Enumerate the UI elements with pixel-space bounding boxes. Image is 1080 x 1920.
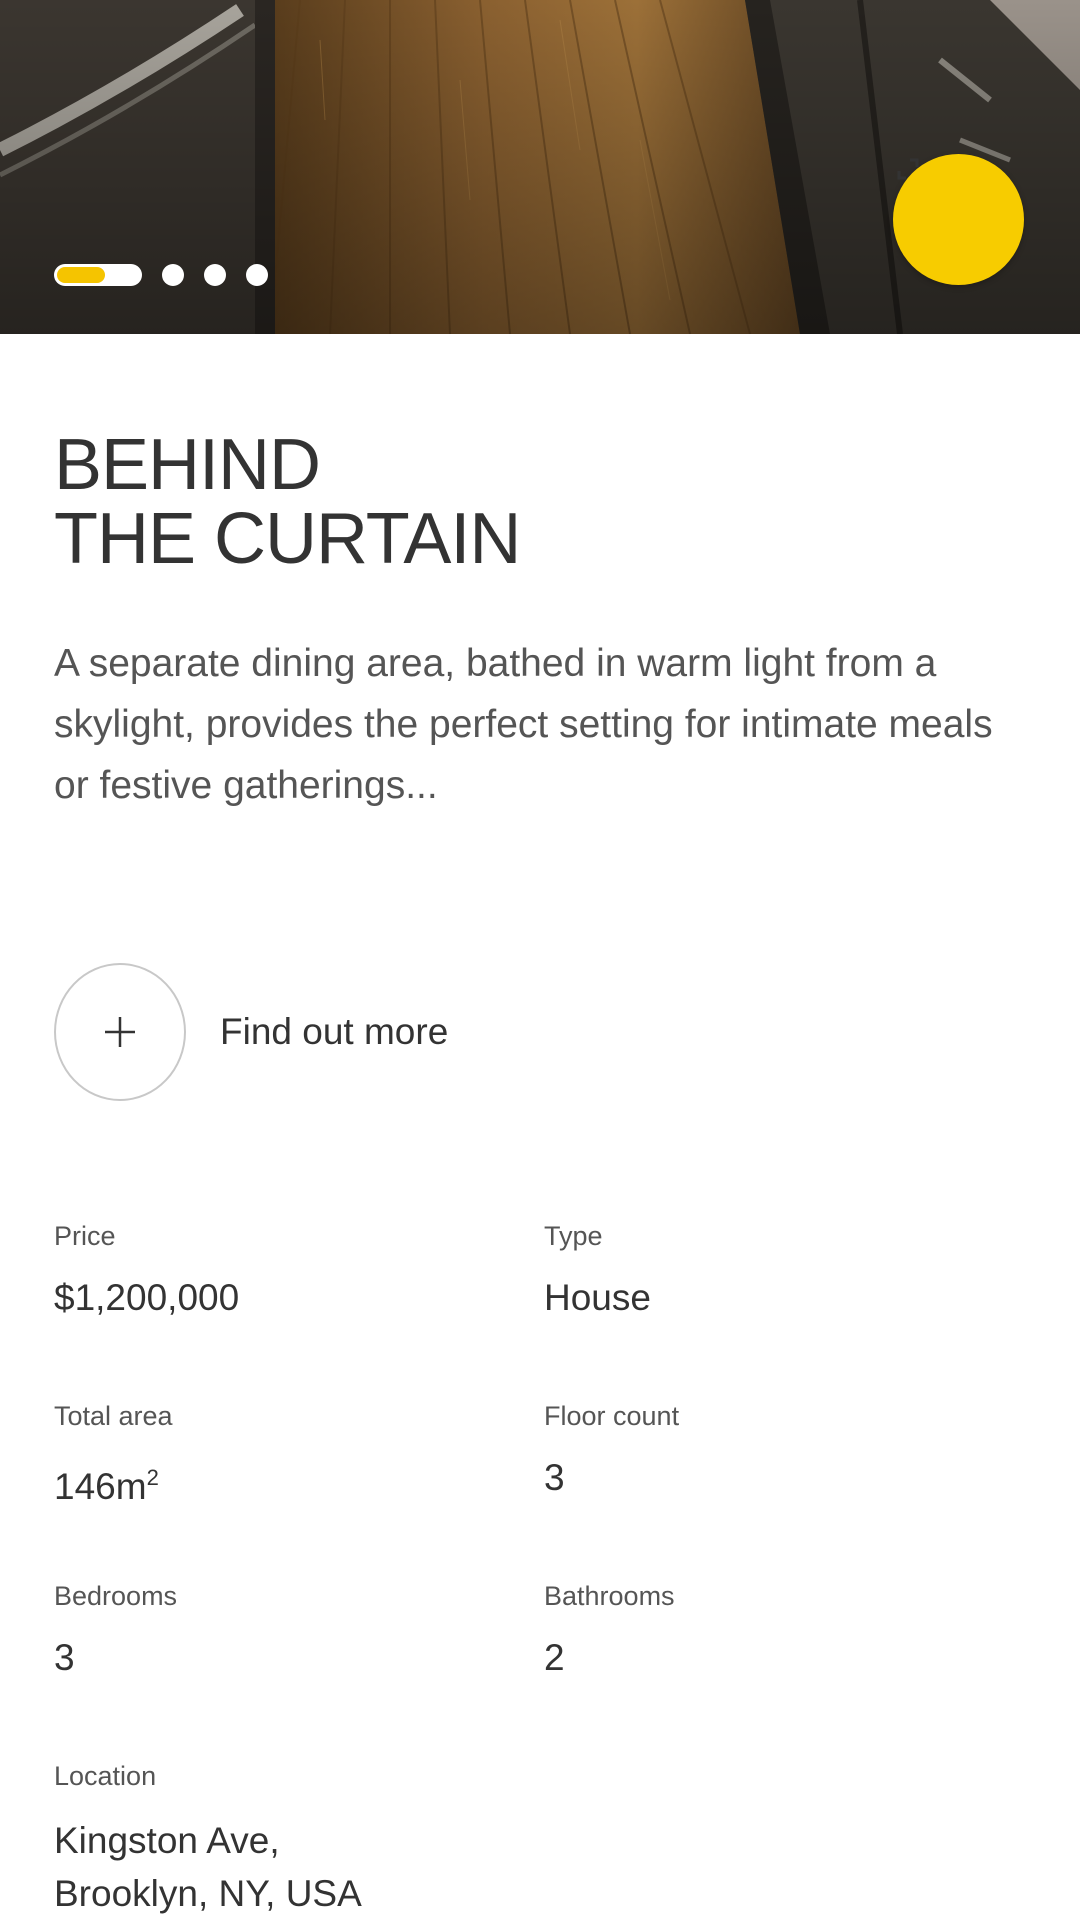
- expand-button[interactable]: [893, 154, 1024, 285]
- location-line-1: Kingston Ave,: [54, 1820, 280, 1861]
- carousel-dot[interactable]: [162, 264, 184, 286]
- spec-bathrooms: Bathrooms 2: [544, 1578, 1034, 1758]
- spec-location: Location Kingston Ave, Brooklyn, NY, USA: [54, 1758, 544, 1920]
- description: A separate dining area, bathed in warm l…: [54, 642, 993, 807]
- spec-total-area: Total area 146m2: [54, 1398, 544, 1578]
- listing-page: BEHIND THE CURTAIN A separate dining are…: [0, 0, 1080, 1920]
- spec-type: Type House: [544, 1218, 1034, 1398]
- find-out-more-label: Find out more: [220, 1011, 449, 1052]
- expand-icon: [897, 158, 919, 180]
- plus-icon: [105, 1017, 135, 1047]
- spec-value: Kingston Ave, Brooklyn, NY, USA: [54, 1814, 544, 1920]
- area-unit-superscript: 2: [146, 1465, 159, 1490]
- carousel-dot-active[interactable]: [54, 264, 142, 286]
- spec-value: 146m2: [54, 1456, 544, 1509]
- location-line-2: Brooklyn, NY, USA: [54, 1873, 362, 1914]
- hero-image[interactable]: [0, 0, 1080, 334]
- title-line-1: BEHIND: [54, 425, 321, 505]
- spec-value: $1,200,000: [54, 1277, 240, 1318]
- spec-bedrooms: Bedrooms 3: [54, 1578, 544, 1758]
- spec-label: Type: [544, 1221, 603, 1251]
- spec-label: Location: [54, 1761, 157, 1791]
- spec-label: Bathrooms: [544, 1581, 675, 1611]
- spec-floor-count: Floor count 3: [544, 1398, 1034, 1578]
- area-value: 146m: [54, 1466, 147, 1507]
- carousel-dot[interactable]: [204, 264, 226, 286]
- spec-label: Floor count: [544, 1401, 680, 1431]
- property-specs: Price $1,200,000 Type House Total area 1…: [54, 1218, 1034, 1920]
- spec-value: House: [544, 1277, 651, 1318]
- page-title: BEHIND THE CURTAIN: [54, 428, 1014, 576]
- title-line-2: THE CURTAIN: [54, 499, 521, 579]
- carousel-progress-fill: [57, 267, 106, 283]
- find-out-more-button[interactable]: Find out more: [54, 963, 448, 1101]
- carousel-dot[interactable]: [246, 264, 268, 286]
- spec-label: Total area: [54, 1401, 173, 1431]
- spec-value: 3: [544, 1457, 565, 1498]
- spec-label: Bedrooms: [54, 1581, 178, 1611]
- spec-value: 2: [544, 1637, 565, 1678]
- spec-price: Price $1,200,000: [54, 1218, 544, 1398]
- spec-label: Price: [54, 1221, 116, 1251]
- carousel-indicator[interactable]: [54, 263, 268, 287]
- plus-button[interactable]: [54, 963, 186, 1101]
- spec-value: 3: [54, 1637, 75, 1678]
